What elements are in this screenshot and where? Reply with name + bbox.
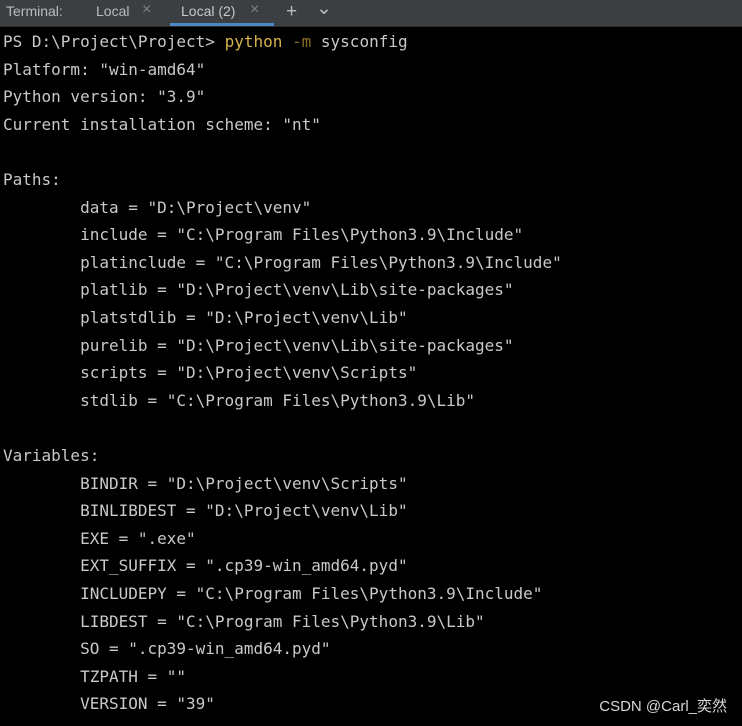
close-icon[interactable]: × <box>142 1 151 19</box>
output-line: Platform: "win-amd64" <box>3 59 206 79</box>
close-icon[interactable]: × <box>250 1 259 19</box>
output-line: data = "D:\Project\venv" <box>3 197 312 217</box>
output-line: Variables: <box>3 446 100 465</box>
output-line: platinclude = "C:\Program Files\Python3.… <box>3 252 562 272</box>
output-line: TZPATH = "" <box>3 666 187 686</box>
output-line: SO = ".cp39-win_amd64.pyd" <box>3 639 331 659</box>
command-argument: sysconfig <box>320 32 408 51</box>
chevron-down-icon[interactable]: ⌄ <box>316 0 332 20</box>
watermark: CSDN @Carl_奕然 <box>599 698 727 715</box>
output-line: scripts = "D:\Project\venv\Scripts" <box>3 363 418 383</box>
command: python <box>224 32 283 51</box>
output-line: Current installation scheme: "nt" <box>3 114 321 134</box>
output-line: purelib = "D:\Project\venv\Lib\site-pack… <box>3 335 514 355</box>
output-line: BINLIBDEST = "D:\Project\venv\Lib" <box>3 501 408 521</box>
output-line: EXT_SUFFIX = ".cp39-win_amd64.pyd" <box>3 556 408 576</box>
prompt: PS D:\Project\Project> <box>3 32 215 51</box>
tab-local-2[interactable]: Local (2) × <box>170 0 274 26</box>
output-line: Paths: <box>3 170 61 189</box>
tab-local-label: Local <box>96 3 130 19</box>
terminal-tab-bar: Terminal: Local × Local (2) × + ⌄ <box>0 0 742 27</box>
output-line: VERSION = "39" <box>3 694 215 714</box>
command-flag: -m <box>292 32 312 51</box>
terminal-output[interactable]: PS D:\Project\Project> python -m sysconf… <box>0 27 742 726</box>
output-line: stdlib = "C:\Program Files\Python3.9\Lib… <box>3 390 476 410</box>
tab-local-2-label: Local (2) <box>181 3 236 19</box>
output-line: platlib = "D:\Project\venv\Lib\site-pack… <box>3 280 514 300</box>
output-line: include = "C:\Program Files\Python3.9\In… <box>3 225 524 245</box>
tab-local[interactable]: Local × <box>88 0 162 26</box>
terminal-label: Terminal: <box>6 3 63 19</box>
output-line: INCLUDEPY = "C:\Program Files\Python3.9\… <box>3 584 543 603</box>
output-line: EXE = ".exe" <box>3 528 196 548</box>
output-line: BINDIR = "D:\Project\venv\Scripts" <box>3 473 408 493</box>
output-line: Python version: "3.9" <box>3 87 206 107</box>
output-line: platstdlib = "D:\Project\venv\Lib" <box>3 308 408 327</box>
add-icon[interactable]: + <box>286 1 297 23</box>
command-line: PS D:\Project\Project> python -m sysconf… <box>3 28 408 55</box>
output-line: LIBDEST = "C:\Program Files\Python3.9\Li… <box>3 611 485 631</box>
